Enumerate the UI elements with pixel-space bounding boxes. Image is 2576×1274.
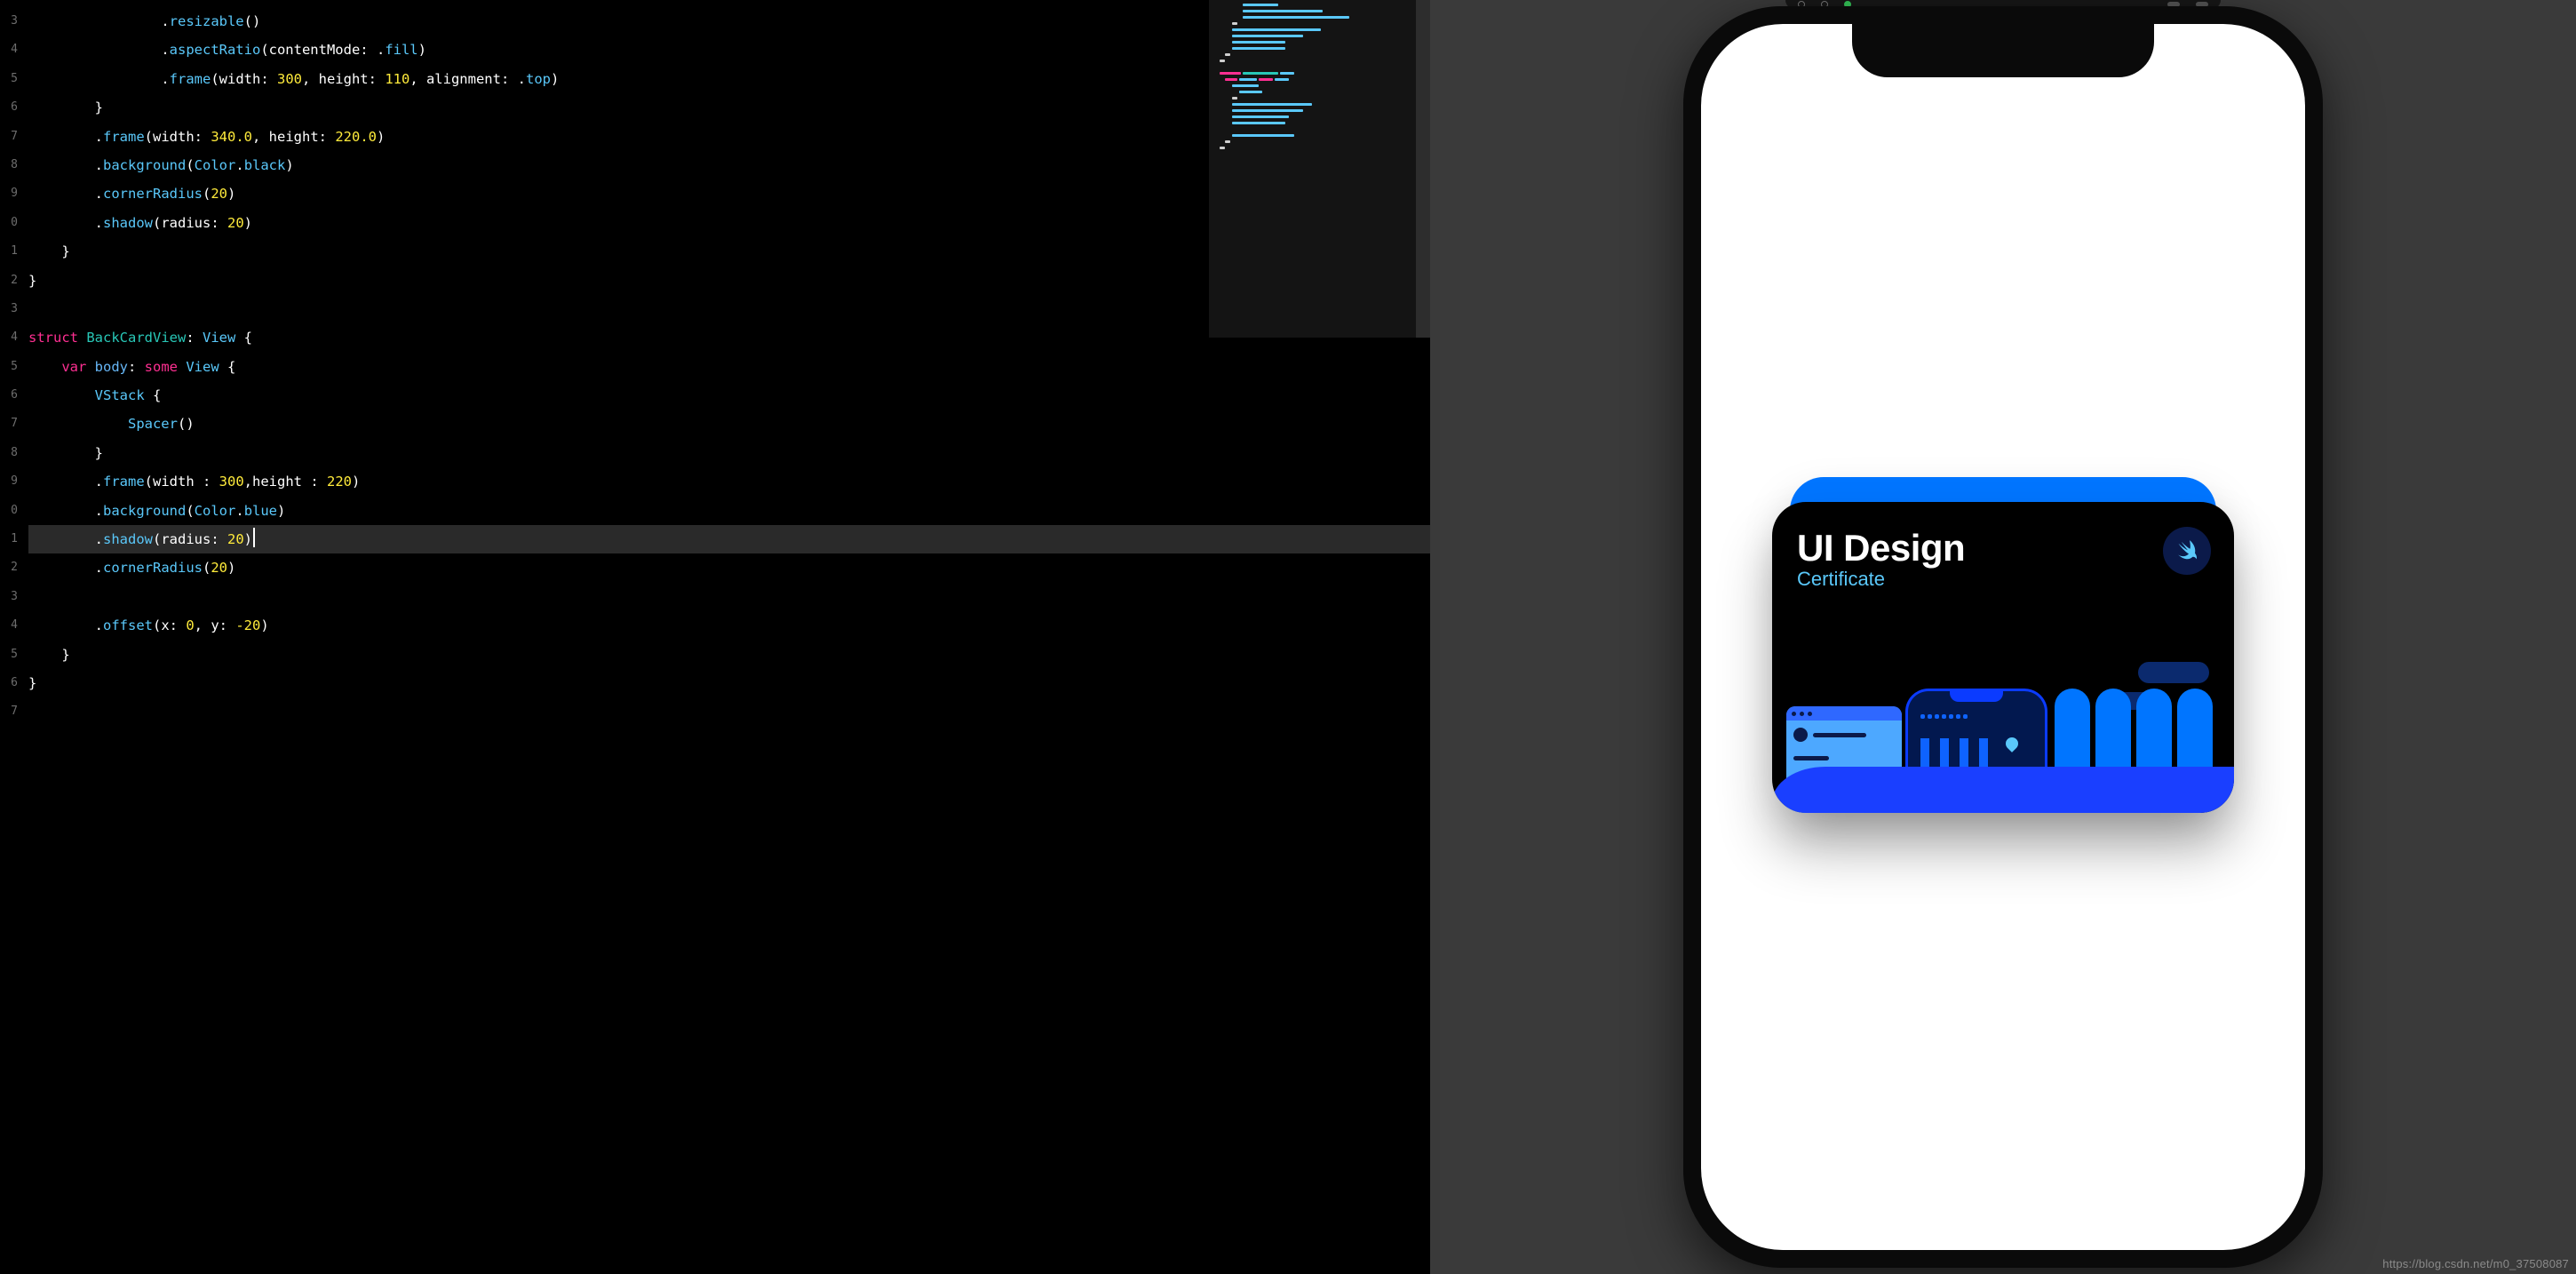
line-number: 1 — [0, 525, 21, 553]
line-number: 7 — [0, 410, 21, 438]
code-line[interactable] — [28, 697, 1430, 726]
code-line[interactable]: } — [28, 669, 1430, 697]
line-number: 9 — [0, 179, 21, 208]
line-number: 6 — [0, 93, 21, 122]
watermark-text: https://blog.csdn.net/m0_37508087 — [2382, 1257, 2569, 1270]
line-number: 0 — [0, 209, 21, 237]
line-number-gutter: 3456789012345678901234567 — [0, 0, 21, 1274]
line-number: 5 — [0, 65, 21, 93]
code-editor-panel: 3456789012345678901234567 .resizable() .… — [0, 0, 1430, 1274]
code-line[interactable]: var body: some View { — [28, 353, 1430, 381]
line-number: 3 — [0, 295, 21, 323]
code-line[interactable]: } — [28, 439, 1430, 467]
line-number: 6 — [0, 669, 21, 697]
code-line[interactable]: .offset(x: 0, y: -20) — [28, 611, 1430, 640]
code-line[interactable]: .background(Color.blue) — [28, 497, 1430, 525]
line-number: 7 — [0, 123, 21, 151]
card-illustration — [1772, 653, 2234, 813]
card-stack: UI Design Certificate — [1763, 477, 2243, 832]
card-subtitle: Certificate — [1797, 568, 2209, 591]
line-number: 2 — [0, 553, 21, 582]
line-number: 4 — [0, 323, 21, 352]
line-number: 5 — [0, 641, 21, 669]
code-line[interactable]: .frame(width : 300,height : 220) — [28, 467, 1430, 496]
line-number: 8 — [0, 151, 21, 179]
line-number: 4 — [0, 611, 21, 640]
code-line[interactable]: } — [28, 641, 1430, 669]
line-number: 0 — [0, 497, 21, 525]
line-number: 2 — [0, 267, 21, 295]
code-line[interactable]: Spacer() — [28, 410, 1430, 438]
line-number: 9 — [0, 467, 21, 496]
line-number: 8 — [0, 439, 21, 467]
line-number: 5 — [0, 353, 21, 381]
line-number: 6 — [0, 381, 21, 410]
text-cursor — [253, 528, 255, 547]
line-number: 7 — [0, 697, 21, 726]
line-number: 4 — [0, 36, 21, 64]
line-number: 3 — [0, 7, 21, 36]
iphone-screen: UI Design Certificate — [1701, 24, 2305, 1250]
scrollbar-thumb[interactable] — [1416, 0, 1430, 338]
iphone-device-frame: UI Design Certificate — [1683, 6, 2323, 1268]
line-number: 3 — [0, 583, 21, 611]
iphone-notch — [1852, 24, 2154, 77]
code-line[interactable]: .shadow(radius: 20) — [28, 525, 1430, 553]
code-line[interactable]: VStack { — [28, 381, 1430, 410]
code-line[interactable]: .cornerRadius(20) — [28, 553, 1430, 582]
card-title: UI Design — [1797, 527, 2209, 569]
line-number: 1 — [0, 237, 21, 266]
swift-logo-icon — [2163, 527, 2211, 575]
code-line[interactable] — [28, 583, 1430, 611]
preview-panel: UI Design Certificate — [1430, 0, 2576, 1274]
minimap[interactable] — [1208, 0, 1430, 338]
front-card-view: UI Design Certificate — [1772, 502, 2234, 813]
